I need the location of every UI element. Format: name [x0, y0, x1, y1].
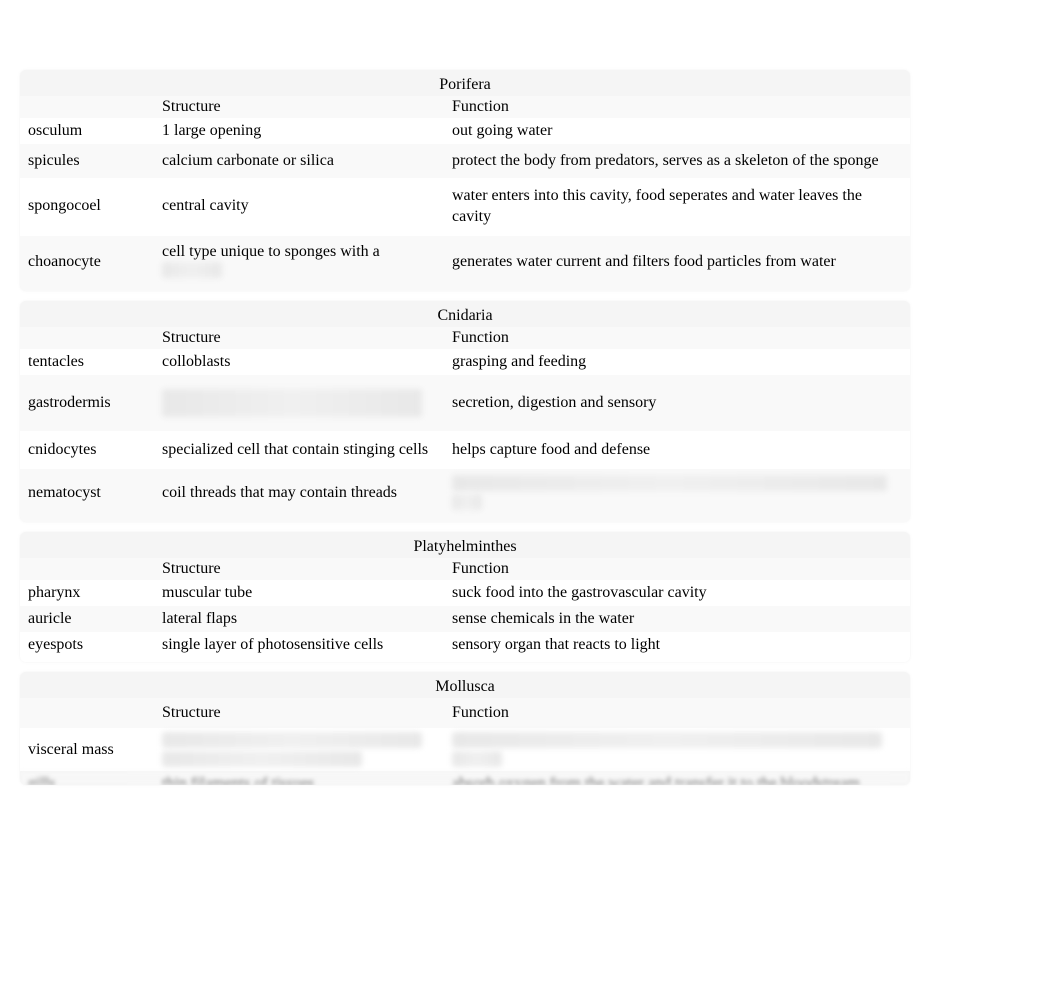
cell-structure: specialized cell that contain stinging c…: [160, 441, 450, 459]
cell-structure: coil threads that may contain threads: [160, 484, 450, 502]
cell-function: xxxxxxxxxxxxxxxxxxxxxxxxx xxx: [450, 475, 910, 510]
section-mollusca: Mollusca Structure Function visceral mas…: [20, 672, 910, 785]
table-row: gills thin filaments of tissues absorb o…: [20, 771, 910, 785]
section-cnidaria: Cnidaria Structure Function tentacles co…: [20, 301, 910, 522]
header-structure: Structure: [160, 329, 450, 347]
cell-name: auricle: [20, 610, 160, 628]
table-row: spicules calcium carbonate or silica pro…: [20, 144, 910, 178]
section-title: Cnidaria: [20, 301, 910, 327]
header-function: Function: [450, 704, 910, 722]
cell-function: suck food into the gastrovascular cavity: [450, 584, 910, 602]
header-row: Structure Function: [20, 558, 910, 580]
cell-structure: central cavity: [160, 196, 450, 217]
cell-structure: thin filaments of tissues: [160, 775, 450, 785]
blurred-content: xxxxxxxxxxxxxxxxxxxxxxxxx: [452, 475, 887, 491]
cell-structure: xxxx xxxx: [160, 732, 450, 767]
header-structure: Structure: [160, 704, 450, 722]
cell-function: grasping and feeding: [450, 353, 910, 371]
section-title: Porifera: [20, 70, 910, 96]
blurred-content: xxxx: [452, 732, 882, 748]
table-row: choanocyte cell type unique to sponges w…: [20, 236, 910, 292]
table-row: pharynx muscular tube suck food into the…: [20, 580, 910, 606]
header-structure: Structure: [160, 560, 450, 578]
blurred-content: xxxxxxx: [162, 262, 222, 278]
header-row: Structure Function: [20, 96, 910, 118]
table-row: eyespots single layer of photosensitive …: [20, 632, 910, 662]
cell-structure: calcium carbonate or silica: [160, 152, 450, 170]
cell-structure: colloblasts: [160, 353, 450, 371]
header-function: Function: [450, 329, 910, 347]
blurred-content: xxxx: [162, 732, 422, 748]
cell-name: pharynx: [20, 584, 160, 602]
table-row: spongocoel central cavity water enters i…: [20, 178, 910, 236]
cell-name: osculum: [20, 122, 160, 140]
cell-name: nematocyst: [20, 484, 160, 502]
header-row: Structure Function: [20, 698, 910, 728]
cell-name: spicules: [20, 152, 160, 170]
header-structure: Structure: [160, 98, 450, 116]
cell-name: choanocyte: [20, 252, 160, 273]
blurred-content: xxx: [452, 494, 482, 510]
cell-structure: lateral flaps: [160, 610, 450, 628]
cell-structure: cell type unique to sponges with a xxxxx…: [160, 242, 450, 284]
blurred-content: xxxxxxxxxxxxxxxxxxxxxx: [162, 389, 422, 417]
cell-name: visceral mass: [20, 741, 160, 759]
cell-function: water enters into this cavity, food sepe…: [450, 186, 910, 228]
section-title: Mollusca: [20, 672, 910, 698]
cell-name: gills: [20, 775, 160, 785]
cell-function: generates water current and filters food…: [450, 252, 910, 273]
cell-function: sense chemicals in the water: [450, 610, 910, 628]
table-row: cnidocytes specialized cell that contain…: [20, 431, 910, 469]
cell-structure: xxxxxxxxxxxxxxxxxxxxxx: [160, 389, 450, 417]
table-row: osculum 1 large opening out going water: [20, 118, 910, 144]
blurred-content: xxxx: [162, 751, 362, 767]
cell-structure: 1 large opening: [160, 122, 450, 140]
cell-name: tentacles: [20, 353, 160, 371]
document-container: Porifera Structure Function osculum 1 la…: [20, 70, 910, 785]
section-platyhelminthes: Platyhelminthes Structure Function phary…: [20, 532, 910, 662]
blurred-content: xxxx: [452, 751, 502, 767]
cell-structure: single layer of photosensitive cells: [160, 636, 450, 654]
cell-function: out going water: [450, 122, 910, 140]
header-function: Function: [450, 98, 910, 116]
cell-function: absorb oxygen from the water and transfe…: [450, 775, 910, 785]
section-porifera: Porifera Structure Function osculum 1 la…: [20, 70, 910, 291]
cell-function: secretion, digestion and sensory: [450, 394, 910, 412]
table-row: nematocyst coil threads that may contain…: [20, 469, 910, 522]
cell-function: sensory organ that reacts to light: [450, 636, 910, 654]
cell-name: gastrodermis: [20, 394, 160, 412]
cell-function: helps capture food and defense: [450, 441, 910, 459]
cell-name: spongocoel: [20, 196, 160, 217]
header-function: Function: [450, 560, 910, 578]
cell-name: eyespots: [20, 636, 160, 654]
header-row: Structure Function: [20, 327, 910, 349]
cell-name: cnidocytes: [20, 441, 160, 459]
table-row: visceral mass xxxx xxxx xxxx xxxx: [20, 728, 910, 771]
table-row: gastrodermis xxxxxxxxxxxxxxxxxxxxxx secr…: [20, 375, 910, 431]
table-row: auricle lateral flaps sense chemicals in…: [20, 606, 910, 632]
cell-structure: muscular tube: [160, 584, 450, 602]
cell-function: xxxx xxxx: [450, 732, 910, 767]
table-row: tentacles colloblasts grasping and feedi…: [20, 349, 910, 375]
section-title: Platyhelminthes: [20, 532, 910, 558]
cell-function: protect the body from predators, serves …: [450, 152, 910, 170]
